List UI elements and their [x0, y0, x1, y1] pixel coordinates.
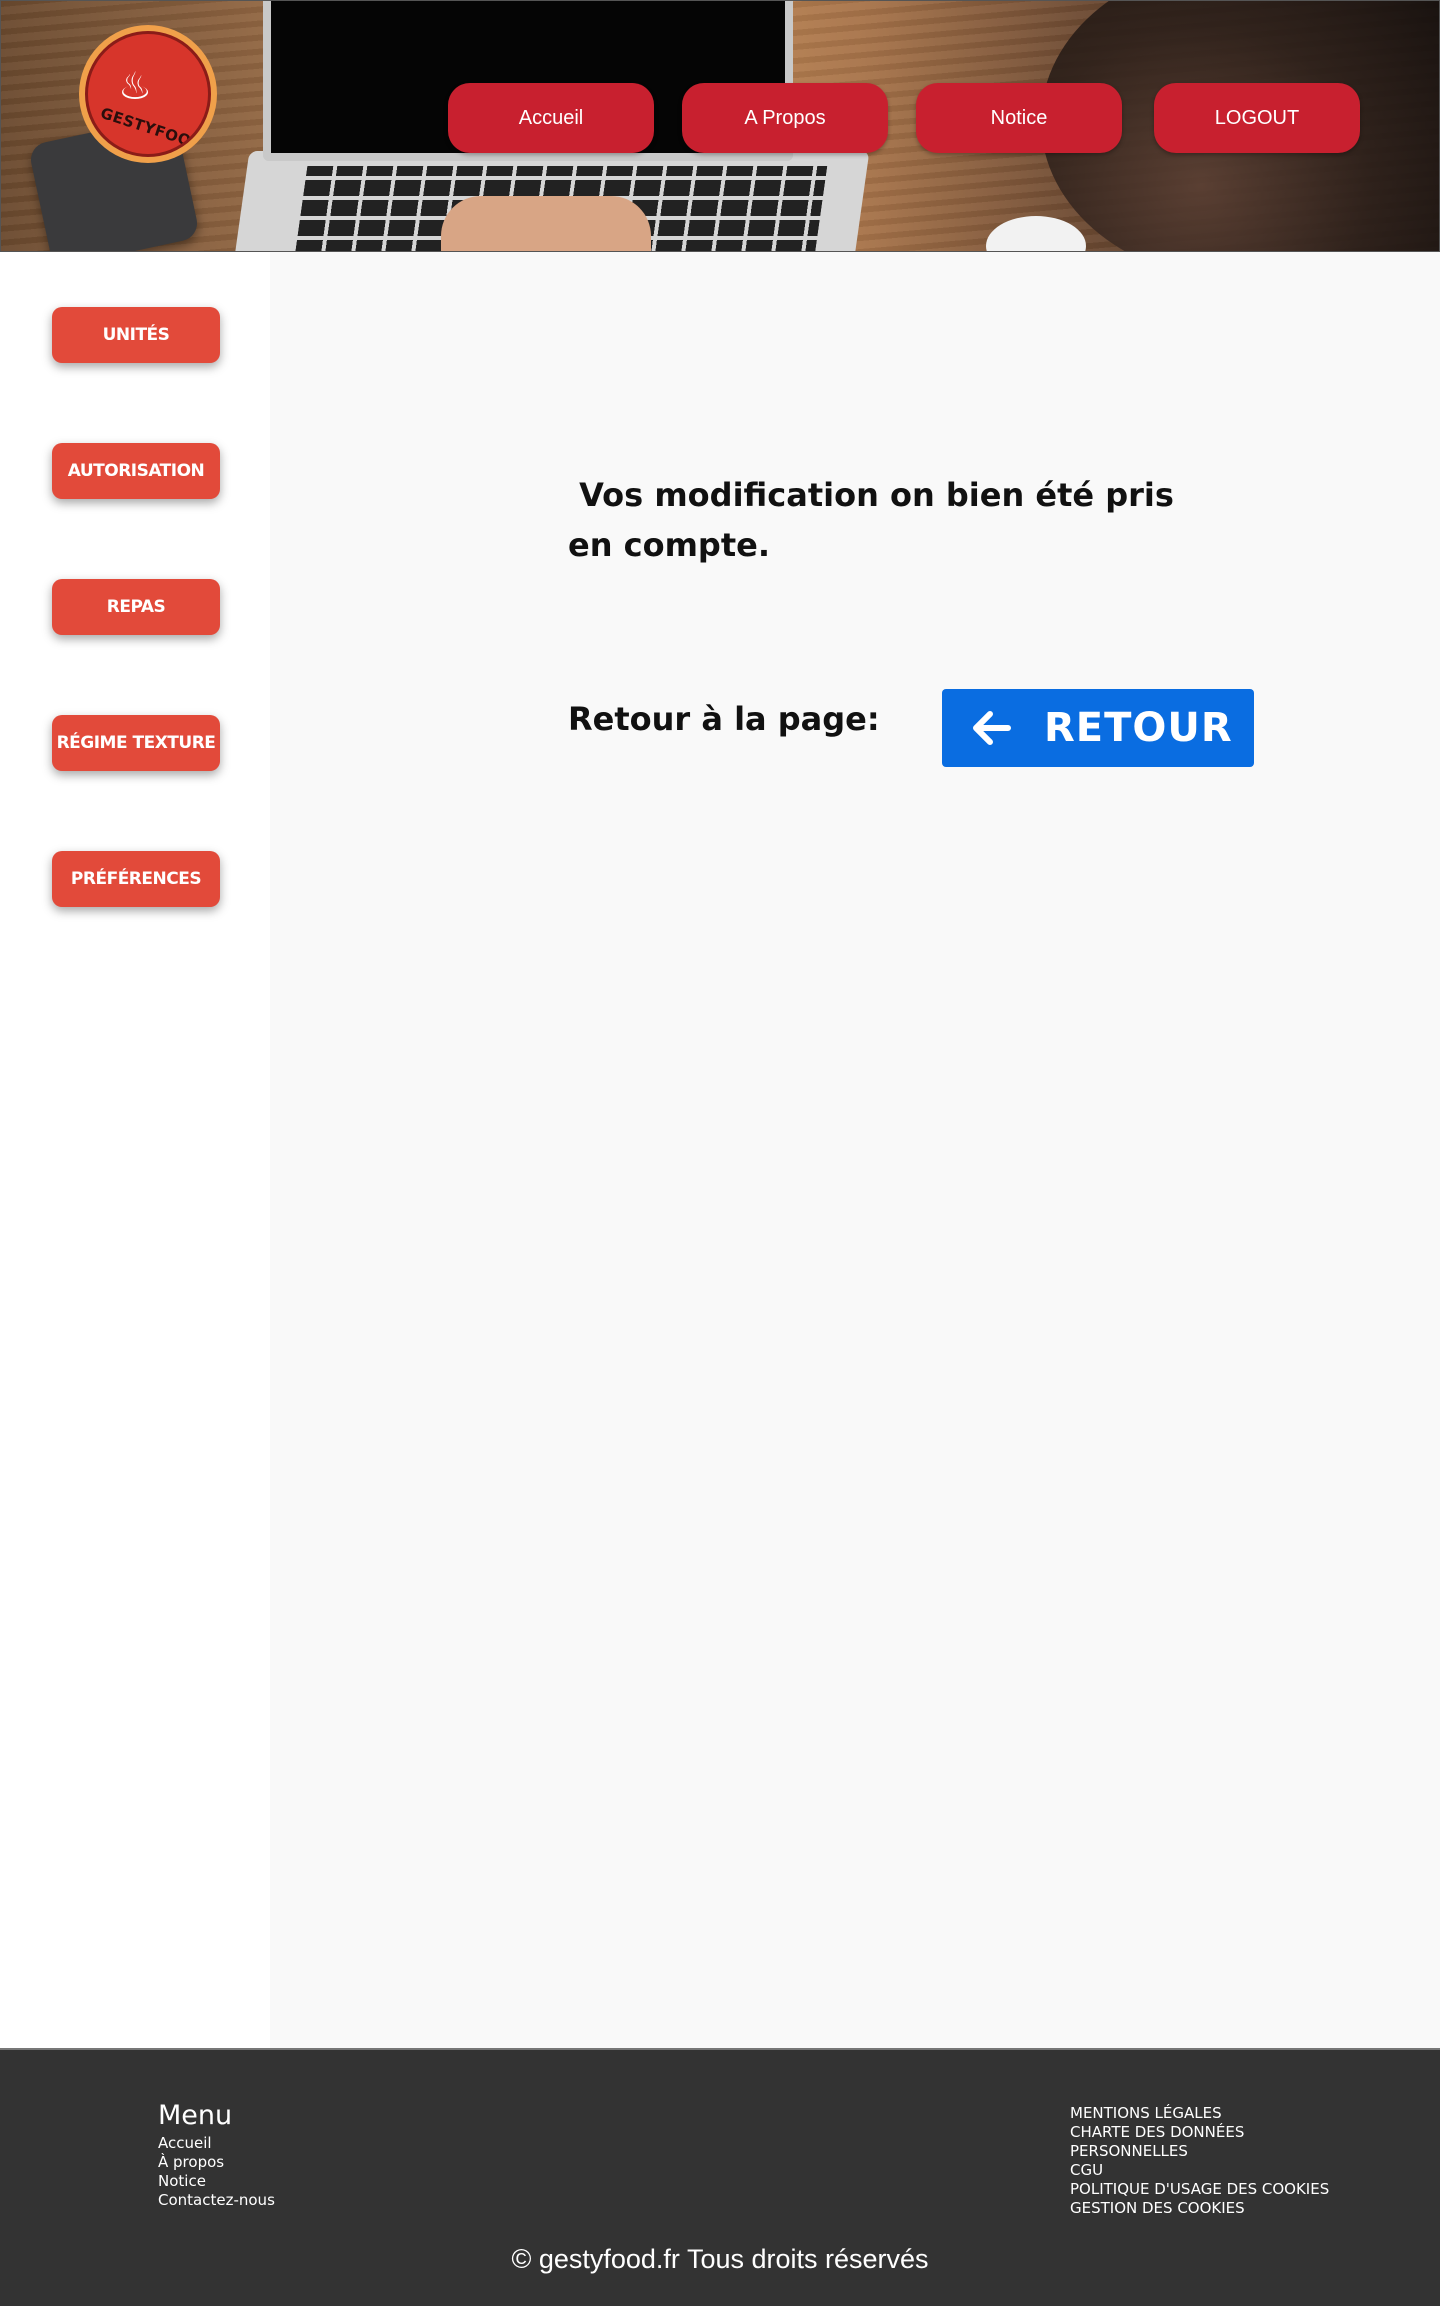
footer-link-politique-cookies[interactable]: POLITIQUE D'USAGE DES COOKIES: [1070, 2180, 1329, 2199]
nav-logout-button[interactable]: LOGOUT: [1154, 83, 1360, 153]
footer-legal-links: MENTIONS LÉGALES CHARTE DES DONNÉES PERS…: [1070, 2104, 1329, 2218]
banner-hand: [441, 196, 651, 251]
header-banner: ♨ GESTYFOOD Accueil A Propos Notice LOGO…: [0, 0, 1440, 252]
footer: Menu Accueil À propos Notice Contactez-n…: [0, 2048, 1440, 2306]
footer-copyright: © gestyfood.fr Tous droits réservés: [511, 2244, 929, 2274]
return-label: Retour à la page:: [568, 700, 880, 738]
footer-menu: Accueil À propos Notice Contactez-nous: [158, 2134, 275, 2210]
footer-link-notice[interactable]: Notice: [158, 2172, 275, 2191]
retour-button[interactable]: RETOUR: [942, 689, 1254, 767]
logo-badge: ♨ GESTYFOOD: [85, 31, 211, 157]
sidebar-item-autorisation[interactable]: AUTORISATION: [52, 443, 220, 499]
footer-link-charte-donnees-cont[interactable]: PERSONNELLES: [1070, 2142, 1329, 2161]
footer-link-cgu[interactable]: CGU: [1070, 2161, 1329, 2180]
gestyfood-logo[interactable]: ♨ GESTYFOOD: [79, 25, 217, 163]
retour-button-label: RETOUR: [1044, 705, 1233, 751]
sidebar-item-unites[interactable]: UNITÉS: [52, 307, 220, 363]
sidebar-item-preferences[interactable]: PRÉFÉRENCES: [52, 851, 220, 907]
footer-link-charte-donnees[interactable]: CHARTE DES DONNÉES: [1070, 2123, 1329, 2142]
nav-a-propos-button[interactable]: A Propos: [682, 83, 888, 153]
footer-link-a-propos[interactable]: À propos: [158, 2153, 275, 2172]
nav-notice-button[interactable]: Notice: [916, 83, 1122, 153]
main-content: Vos modification on bien été pris en com…: [270, 252, 1440, 2048]
sidebar-item-repas[interactable]: REPAS: [52, 579, 220, 635]
confirmation-message: Vos modification on bien été pris en com…: [568, 476, 1186, 564]
footer-link-contact[interactable]: Contactez-nous: [158, 2191, 275, 2210]
nav-accueil-button[interactable]: Accueil: [448, 83, 654, 153]
footer-menu-title: Menu: [158, 2100, 233, 2131]
footer-link-mentions-legales[interactable]: MENTIONS LÉGALES: [1070, 2104, 1329, 2123]
footer-link-gestion-cookies[interactable]: GESTION DES COOKIES: [1070, 2199, 1329, 2218]
chef-hat-icon: ♨: [118, 66, 153, 108]
logo-text: GESTYFOOD: [98, 103, 206, 155]
sidebar-item-regime-texture[interactable]: RÉGIME TEXTURE: [52, 715, 220, 771]
sidebar: UNITÉS AUTORISATION REPAS RÉGIME TEXTURE…: [0, 252, 270, 2048]
footer-link-accueil[interactable]: Accueil: [158, 2134, 275, 2153]
arrow-left-icon: [973, 711, 1011, 745]
